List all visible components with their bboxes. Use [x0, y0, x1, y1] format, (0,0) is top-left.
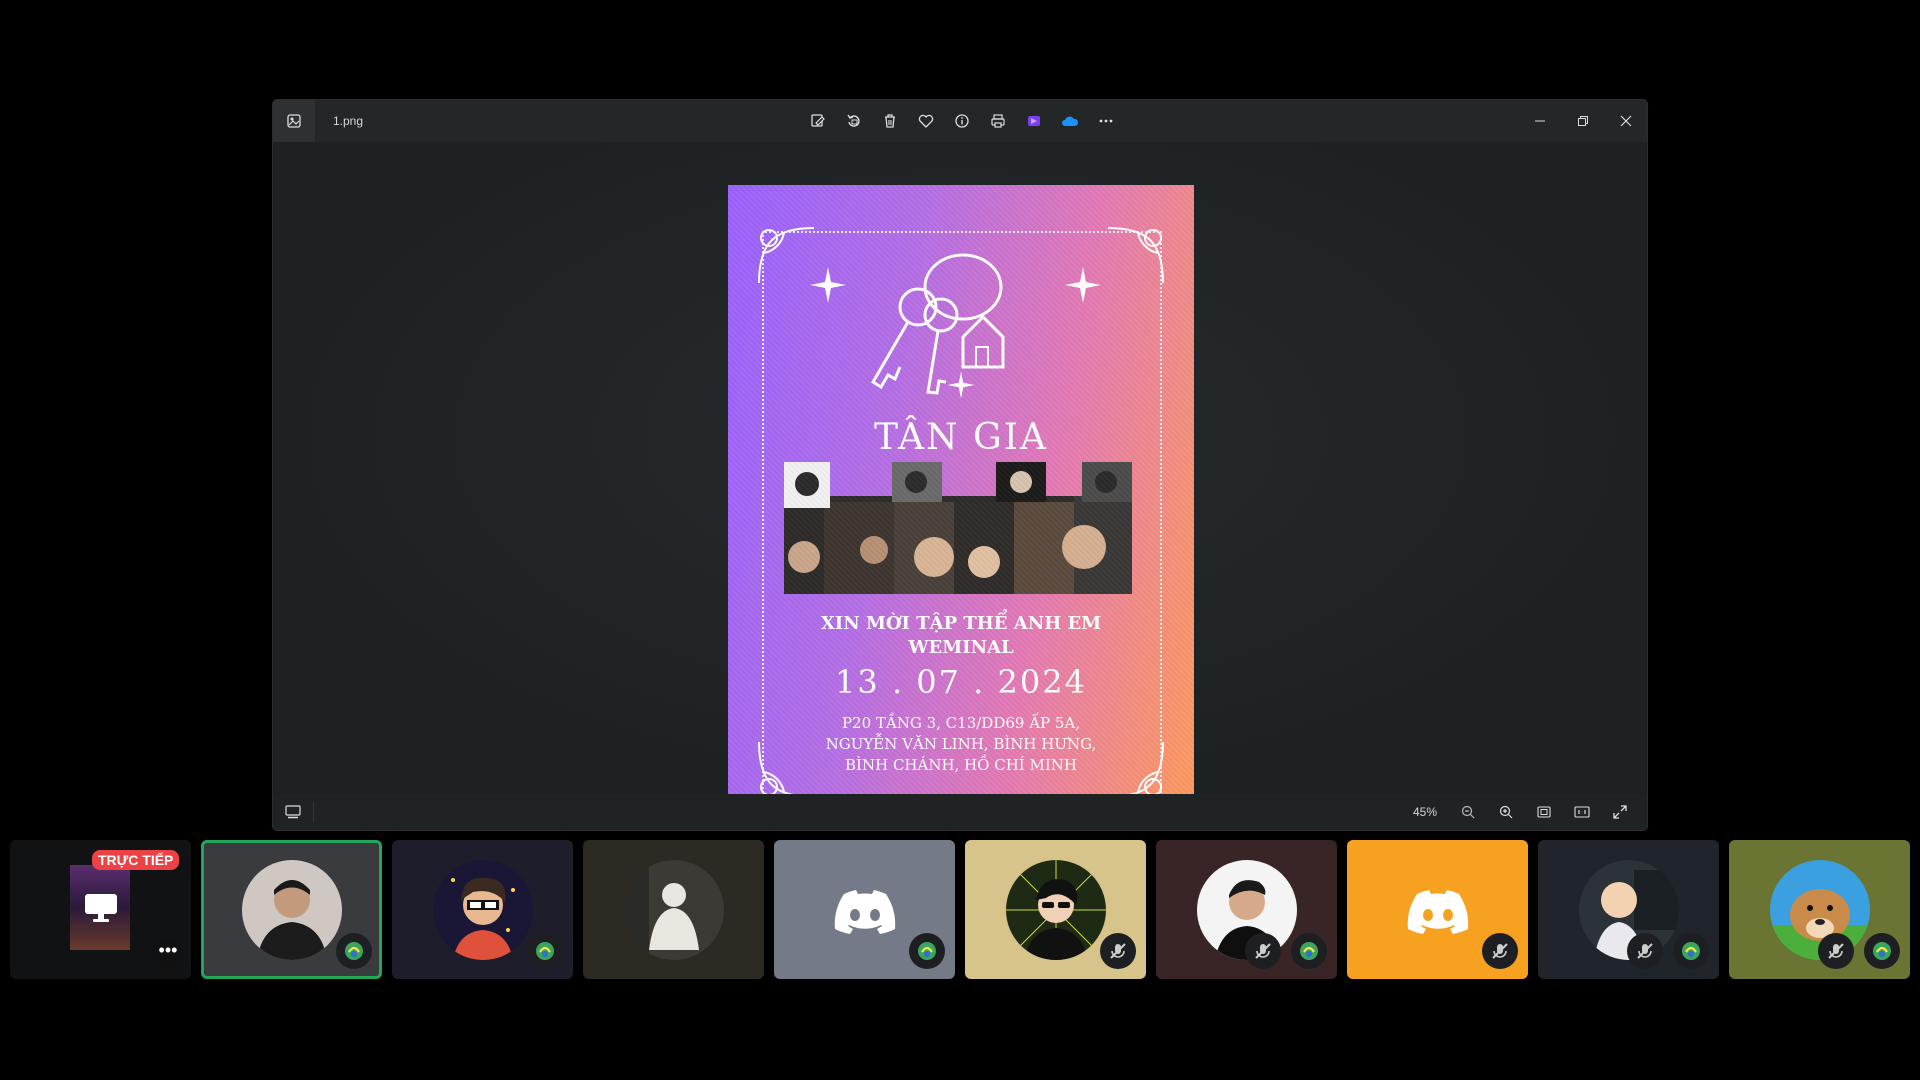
info-icon[interactable]	[944, 100, 980, 142]
avatar	[432, 859, 533, 960]
participant-8[interactable]	[1538, 840, 1719, 979]
invite-line-2: WEMINAL	[908, 637, 1014, 658]
zoom-controls: 45%	[1413, 794, 1639, 830]
close-icon[interactable]	[1604, 100, 1647, 142]
muted-mic-icon	[1482, 933, 1518, 969]
activity-badge-icon	[1864, 933, 1900, 969]
live-badge: TRỰC TIẾP	[92, 850, 180, 870]
image-canvas[interactable]: TÂN GIA XIN MỜI TẬP THỂ ANH EM WEMINAL 1…	[273, 142, 1647, 830]
viewer-toolbar	[800, 100, 1124, 142]
edit-icon[interactable]	[800, 100, 836, 142]
invite-line-1: XIN MỜI TẬP THỂ ANH EM	[820, 613, 1102, 634]
title-bar: 1.png	[273, 100, 1647, 142]
fit-to-window-icon[interactable]	[1525, 794, 1563, 830]
zoom-in-icon[interactable]	[1487, 794, 1525, 830]
address-line-2: NGUYỄN VĂN LINH, BÌNH HƯNG,	[825, 735, 1097, 753]
address-line-3: BÌNH CHÁNH, HỒ CHÍ MINH	[845, 756, 1077, 774]
participant-4[interactable]	[774, 840, 955, 979]
status-bar: 45%	[273, 794, 1647, 830]
avatar	[623, 859, 724, 960]
participant-9[interactable]	[1729, 840, 1910, 979]
photo-viewer-window: 1.png TÂN GIA XIN MỜI TẬP THỂ ANH EM WEM…	[273, 100, 1647, 830]
event-address: P20 TẦNG 3, C13/DD69 ẤP 5A, NGUYỄN VĂN L…	[728, 713, 1194, 776]
poster-image: TÂN GIA XIN MỜI TẬP THỂ ANH EM WEMINAL 1…	[728, 185, 1194, 830]
avatar	[1005, 859, 1106, 960]
stream-tile[interactable]: TRỰC TIẾP •••	[10, 840, 191, 979]
delete-icon[interactable]	[872, 100, 908, 142]
floral-corner-icon	[1107, 741, 1164, 798]
sparkle-icon	[1065, 267, 1101, 303]
participant-3[interactable]	[583, 840, 764, 979]
participant-2[interactable]	[392, 840, 573, 979]
full-screen-icon[interactable]	[1601, 794, 1639, 830]
restore-icon[interactable]	[1561, 100, 1604, 142]
participant-strip: TRỰC TIẾP •••	[10, 840, 1910, 980]
photo-collage	[784, 462, 1132, 594]
avatar	[241, 859, 342, 960]
invite-text: XIN MỜI TẬP THỂ ANH EM WEMINAL	[728, 612, 1194, 660]
participant-5[interactable]	[965, 840, 1146, 979]
sparkle-icon	[947, 371, 975, 399]
address-line-1: P20 TẦNG 3, C13/DD69 ẤP 5A,	[841, 714, 1081, 732]
discord-logo-icon	[834, 890, 896, 934]
actual-size-icon[interactable]	[1563, 794, 1601, 830]
floral-corner-icon	[1107, 227, 1164, 284]
participant-7[interactable]	[1347, 840, 1528, 979]
participant-1[interactable]	[201, 840, 382, 979]
activity-badge-icon	[1673, 933, 1709, 969]
photos-app-icon[interactable]	[273, 100, 315, 142]
more-options-icon[interactable]: •••	[153, 939, 183, 969]
rotate-icon[interactable]	[836, 100, 872, 142]
floral-corner-icon	[758, 227, 815, 284]
sparkle-icon	[810, 267, 846, 303]
zoom-out-icon[interactable]	[1449, 794, 1487, 830]
house-keys-illustration	[870, 253, 1005, 395]
window-controls	[1518, 100, 1647, 142]
clipchamp-icon[interactable]	[1016, 100, 1052, 142]
muted-mic-icon	[1818, 933, 1854, 969]
minimize-icon[interactable]	[1518, 100, 1561, 142]
print-icon[interactable]	[980, 100, 1016, 142]
muted-mic-icon	[1627, 933, 1663, 969]
file-name: 1.png	[333, 114, 364, 128]
activity-badge-icon	[1291, 933, 1327, 969]
discord-logo-icon	[1407, 890, 1469, 934]
screen-share-icon	[85, 894, 117, 922]
floral-corner-icon	[758, 741, 815, 798]
activity-badge-icon	[336, 933, 372, 969]
onedrive-icon[interactable]	[1052, 100, 1088, 142]
activity-badge-icon	[527, 933, 563, 969]
poster-dotted-frame	[762, 231, 1162, 797]
zoom-level: 45%	[1412, 805, 1437, 819]
filmstrip-toggle-icon[interactable]	[273, 802, 314, 822]
muted-mic-icon	[1100, 933, 1136, 969]
activity-badge-icon	[909, 933, 945, 969]
poster-title: TÂN GIA	[874, 417, 1048, 458]
event-date: 13 . 07 . 2024	[835, 663, 1087, 701]
muted-mic-icon	[1245, 933, 1281, 969]
favorite-icon[interactable]	[908, 100, 944, 142]
participant-6[interactable]	[1156, 840, 1337, 979]
more-icon[interactable]	[1088, 100, 1124, 142]
